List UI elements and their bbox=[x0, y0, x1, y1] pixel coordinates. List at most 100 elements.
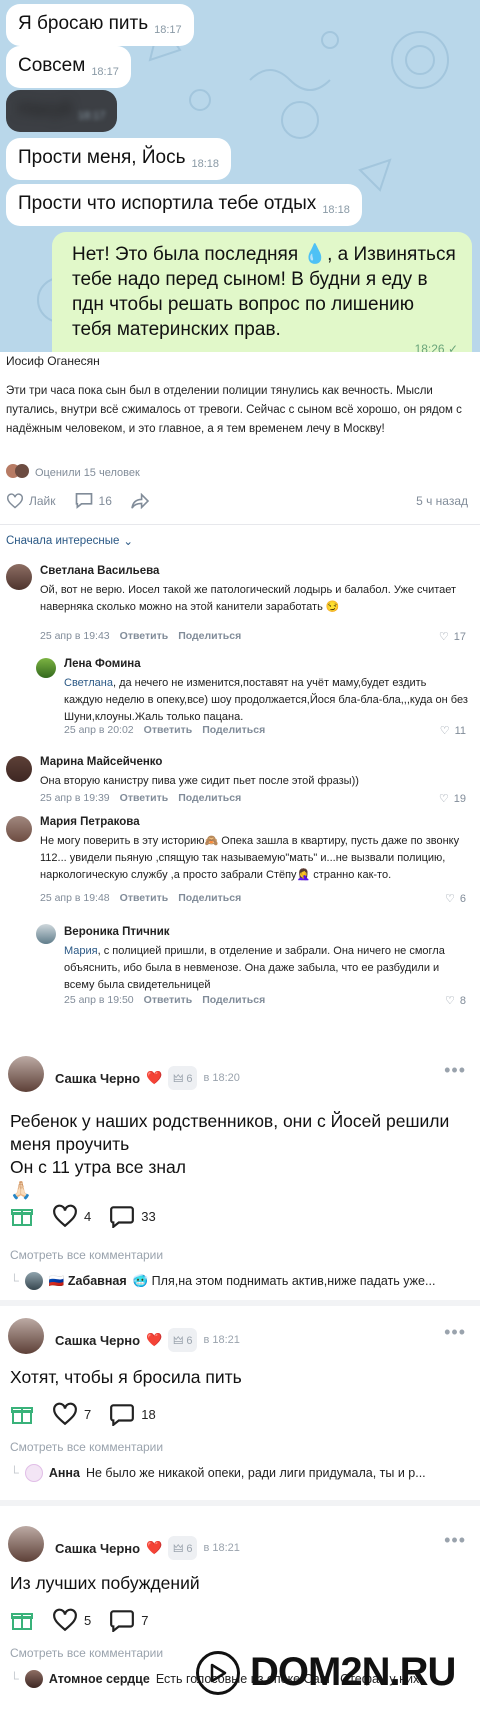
comment-text: Ой, вот не верю. Иосел такой же патологи… bbox=[40, 584, 457, 613]
more-options-icon[interactable]: ••• bbox=[444, 1060, 466, 1081]
gift-button[interactable] bbox=[10, 1204, 34, 1228]
post-author[interactable]: Сашка Черно bbox=[55, 1333, 140, 1348]
comment-date: 25 апр в 19:50 bbox=[64, 994, 134, 1006]
post-text: Ребенок у наших родственников, они с Йос… bbox=[10, 1111, 450, 1200]
comment-author[interactable]: Мария Петракова bbox=[40, 816, 140, 828]
comments-button[interactable]: 7 bbox=[109, 1608, 148, 1632]
post-actions: Лайк 16 5 ч назад bbox=[6, 492, 468, 509]
share-link[interactable]: Поделиться bbox=[178, 892, 241, 904]
gift-icon bbox=[11, 1613, 33, 1630]
reply-arrow-icon: └ bbox=[10, 1466, 19, 1480]
chevron-down-icon: ⌄ bbox=[123, 536, 133, 548]
reply-link[interactable]: Ответить bbox=[120, 892, 169, 904]
share-button[interactable] bbox=[130, 492, 150, 509]
avatar[interactable] bbox=[36, 658, 56, 678]
latest-comment[interactable]: └ 🇷🇺 Zaбавная 🥶 Пля,на этом поднимать ак… bbox=[10, 1272, 435, 1290]
channel-post: Сашка Черно ❤️ 🜲 6 в 18:20 ••• Ребенок у… bbox=[0, 1052, 480, 1294]
more-options-icon[interactable]: ••• bbox=[444, 1530, 466, 1551]
like-count: 7 bbox=[84, 1406, 92, 1422]
avatar[interactable] bbox=[6, 816, 32, 842]
comment-like-button[interactable]: ♡ 8 bbox=[445, 994, 466, 1008]
comment-reply: Лена Фомина Светлана, да нечего не измен… bbox=[0, 652, 480, 742]
comment-icon bbox=[110, 1610, 135, 1632]
heart-emoji: ❤️ bbox=[146, 1070, 163, 1085]
latest-comment[interactable]: └ Анна Не было же никакой опеки, ради ли… bbox=[10, 1464, 426, 1482]
watermark-text: DOM2N.RU bbox=[250, 1650, 456, 1694]
comment-body: , да нечего не изменится,поставят на учё… bbox=[64, 677, 468, 723]
avatar[interactable] bbox=[8, 1526, 44, 1562]
avatar[interactable] bbox=[8, 1318, 44, 1354]
like-button[interactable]: Лайк bbox=[6, 492, 56, 509]
gift-button[interactable] bbox=[10, 1402, 34, 1426]
post-author[interactable]: Сашка Черно bbox=[55, 1541, 140, 1556]
post-separator bbox=[0, 1300, 480, 1306]
share-link[interactable]: Поделиться bbox=[178, 630, 241, 642]
chat-message: Я бросаю пить 18:17 bbox=[6, 4, 194, 46]
comment-author: Атомное сердце bbox=[48, 1672, 150, 1686]
comment: Мария Петракова Не могу поверить в эту и… bbox=[0, 810, 480, 916]
post-text: Из лучших побуждений bbox=[10, 1573, 200, 1593]
like-button[interactable]: 7 bbox=[52, 1402, 91, 1426]
rated-count: Оценили 15 человек bbox=[35, 466, 140, 479]
comment-like-button[interactable]: ♡ 11 bbox=[440, 724, 466, 738]
sort-dropdown[interactable]: Сначала интересные ⌄ bbox=[6, 534, 133, 548]
comment-like-button[interactable]: ♡ 19 bbox=[439, 792, 466, 806]
avatar bbox=[24, 1670, 43, 1688]
heart-icon: ♡ bbox=[438, 631, 449, 643]
see-all-comments-link[interactable]: Смотреть все комментарии bbox=[10, 1248, 163, 1262]
message-time: 18:17 bbox=[77, 110, 106, 122]
gift-button[interactable] bbox=[10, 1608, 34, 1632]
like-count: 17 bbox=[453, 630, 466, 643]
message-time: 18:17 bbox=[91, 66, 119, 78]
more-options-icon[interactable]: ••• bbox=[444, 1322, 466, 1343]
post-time: 5 ч назад bbox=[416, 493, 468, 508]
comments-button[interactable]: 33 bbox=[109, 1204, 156, 1228]
post-actions: 4 33 bbox=[10, 1204, 166, 1228]
chat-message-outgoing: Нет! Это была последняя 💧, а Извиняться … bbox=[52, 232, 472, 352]
reply-link[interactable]: Ответить bbox=[144, 724, 193, 736]
comment-meta: 25 апр в 20:02 Ответить Поделиться bbox=[64, 724, 265, 736]
comment: Светлана Васильева Ой, вот не верю. Иосе… bbox=[0, 556, 480, 646]
message-time: 18:18 bbox=[322, 204, 350, 216]
share-link[interactable]: Поделиться bbox=[202, 724, 265, 736]
post-time: в 18:21 bbox=[203, 1334, 240, 1346]
like-button[interactable]: 4 bbox=[52, 1204, 91, 1228]
avatar bbox=[24, 1272, 43, 1290]
like-button[interactable]: 5 bbox=[52, 1608, 91, 1632]
comment-like-button[interactable]: ♡ 17 bbox=[438, 630, 466, 644]
post-author[interactable]: Иосиф Оганесян bbox=[6, 354, 100, 368]
comment-text: Она вторую канистру пива уже сидит пьет … bbox=[40, 775, 359, 787]
comments-button[interactable]: 18 bbox=[109, 1402, 156, 1426]
comment: Марина Майсейченко Она вторую канистру п… bbox=[0, 752, 480, 808]
see-all-comments-link[interactable]: Смотреть все комментарии bbox=[10, 1646, 163, 1660]
mention-link[interactable]: Светлана bbox=[64, 677, 113, 689]
see-all-comments-link[interactable]: Смотреть все комментарии bbox=[10, 1440, 163, 1454]
reply-link[interactable]: Ответить bbox=[120, 792, 169, 804]
reply-arrow-icon: └ bbox=[10, 1672, 19, 1686]
reply-link[interactable]: Ответить bbox=[120, 630, 169, 642]
comment-body: , с полицией пришли, в отделение и забра… bbox=[64, 945, 445, 991]
mention-link[interactable]: Мария bbox=[64, 945, 98, 957]
comment-author: 🇷🇺 Zaбавная bbox=[48, 1273, 127, 1288]
comment-like-button[interactable]: ♡ 6 bbox=[445, 892, 466, 906]
avatar[interactable] bbox=[8, 1056, 44, 1092]
avatar[interactable] bbox=[36, 924, 56, 944]
comments-button[interactable]: 16 bbox=[74, 492, 112, 509]
post-author[interactable]: Сашка Черно bbox=[55, 1071, 140, 1086]
comment-text: 🥶 Пля,на этом поднимать актив,ниже падат… bbox=[132, 1273, 436, 1288]
reply-link[interactable]: Ответить bbox=[144, 994, 193, 1006]
message-time: 18:18 bbox=[191, 158, 220, 170]
share-link[interactable]: Поделиться bbox=[178, 792, 241, 804]
comments-count: 18 bbox=[141, 1406, 156, 1422]
avatar bbox=[15, 464, 29, 478]
avatar[interactable] bbox=[6, 756, 32, 782]
rated-by[interactable]: Оценили 15 человек bbox=[6, 464, 140, 481]
avatar[interactable] bbox=[6, 564, 32, 590]
droplet-icon: 💧 bbox=[303, 244, 328, 265]
comment-author[interactable]: Марина Майсейченко bbox=[40, 756, 162, 768]
share-link[interactable]: Поделиться bbox=[202, 994, 265, 1006]
comment-author[interactable]: Лена Фомина bbox=[64, 658, 141, 670]
post-header: Сашка Черно ❤️ 🜲 6 в 18:21 bbox=[55, 1536, 240, 1560]
comment-author[interactable]: Вероника Птичник bbox=[64, 926, 170, 938]
comment-author[interactable]: Светлана Васильева bbox=[40, 565, 159, 577]
